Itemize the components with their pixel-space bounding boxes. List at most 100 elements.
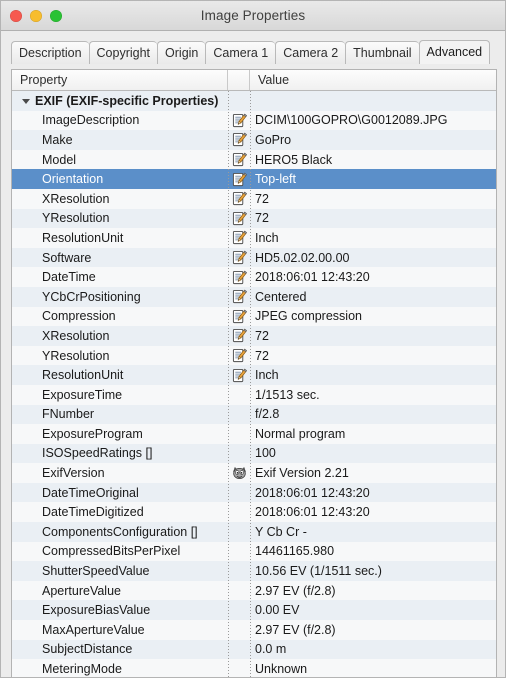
table-row[interactable]: ISOSpeedRatings [] 100 [12, 443, 496, 464]
cell-property: ExposureProgram [42, 426, 143, 441]
edit-icon[interactable] [228, 191, 250, 206]
table-row[interactable]: CompressedBitsPerPixel 14461165.980 [12, 541, 496, 562]
cell-value: 2018:06:01 12:43:20 [255, 485, 370, 500]
table-row[interactable]: FNumber f/2.8 [12, 404, 496, 425]
cell-value: 2018:06:01 12:43:20 [255, 270, 370, 285]
table-group-row[interactable]: EXIF (EXIF-specific Properties) [12, 91, 496, 111]
cell-property: EXIF (EXIF-specific Properties) [12, 94, 228, 108]
cell-value: JPEG compression [255, 309, 362, 324]
edit-icon[interactable] [228, 309, 250, 324]
cell-value: GoPro [255, 132, 292, 147]
disclosure-triangle-down-icon[interactable] [22, 99, 30, 105]
tab-bar: Description Copyright Origin Camera 1 Camera… [1, 37, 505, 64]
cell-property: ShutterSpeedValue [42, 564, 150, 579]
cell-value: HERO5 Black [255, 152, 333, 167]
tab-copyright[interactable]: Copyright [88, 41, 158, 64]
edit-icon[interactable] [228, 132, 250, 147]
cell-value: f/2.8 [255, 407, 280, 422]
cell-value: Inch [255, 368, 279, 383]
table-header-row: Property Value [12, 70, 496, 91]
cell-property: FNumber [42, 407, 95, 422]
gimp-wilber-icon[interactable] [228, 466, 250, 480]
table-row[interactable]: DateTime 2018:06:01 12:43:20 [12, 267, 496, 287]
tab-camera-2[interactable]: Camera 2 [275, 41, 346, 64]
column-header-value[interactable]: Value [250, 70, 496, 90]
column-header-icon[interactable] [228, 70, 250, 90]
edit-icon[interactable] [228, 328, 250, 343]
edit-icon[interactable] [228, 211, 250, 226]
close-button[interactable] [10, 10, 22, 22]
window-content: Description Copyright Origin Camera 1 Camera… [1, 37, 505, 677]
table-row[interactable]: SubjectDistance 0.0 m [12, 639, 496, 660]
window-title: Image Properties [200, 8, 306, 23]
edit-icon[interactable] [228, 250, 250, 265]
tab-camera-1[interactable]: Camera 1 [205, 41, 276, 64]
cell-property: ComponentsConfiguration [] [42, 524, 198, 539]
cell-property: ImageDescription [42, 113, 140, 128]
table-row[interactable]: ShutterSpeedValue 10.56 EV (1/1511 sec.) [12, 561, 496, 581]
table-row[interactable]: XResolution 72 [12, 326, 496, 346]
cell-property: YResolution [42, 211, 110, 226]
tab-description[interactable]: Description [11, 41, 89, 64]
table-row[interactable]: MaxApertureValue 2.97 EV (f/2.8) [12, 620, 496, 640]
table-row[interactable]: YResolution 72 [12, 208, 496, 229]
cell-property: Software [42, 250, 92, 265]
edit-icon[interactable] [228, 270, 250, 285]
table-row[interactable]: ResolutionUnit Inch [12, 228, 496, 248]
table-row[interactable]: DateTimeDigitized 2018:06:01 12:43:20 [12, 502, 496, 523]
edit-icon[interactable] [228, 230, 250, 245]
cell-value: 100 [255, 446, 276, 461]
edit-icon[interactable] [228, 348, 250, 363]
table-row[interactable]: ExifVersion Exif Version 2.21 [12, 463, 496, 483]
table-row[interactable]: MeteringMode Unknown [12, 659, 496, 677]
cell-property: YCbCrPositioning [42, 289, 141, 304]
edit-icon[interactable] [228, 113, 250, 128]
window-titlebar: Image Properties [1, 1, 505, 31]
edit-icon[interactable] [228, 289, 250, 304]
cell-value: 0.00 EV [255, 603, 300, 618]
table-row[interactable]: ComponentsConfiguration [] Y Cb Cr - [12, 522, 496, 542]
cell-value: Normal program [255, 426, 346, 441]
cell-value: Exif Version 2.21 [255, 466, 349, 481]
cell-value: 72 [255, 328, 269, 343]
cell-value: Top-left [255, 172, 296, 187]
table-row[interactable]: Make GoPro [12, 130, 496, 150]
edit-icon[interactable] [228, 152, 250, 167]
cell-property: Orientation [42, 172, 104, 187]
table-row[interactable]: Model HERO5 Black [12, 149, 496, 170]
table-row[interactable]: XResolution 72 [12, 188, 496, 209]
cell-value: 72 [255, 191, 269, 206]
tab-advanced[interactable]: Advanced [418, 40, 491, 64]
cell-value: 10.56 EV (1/1511 sec.) [255, 564, 382, 579]
cell-property: ExposureBiasValue [42, 603, 151, 618]
cell-property: ExifVersion [42, 466, 105, 481]
zoom-button[interactable] [50, 10, 62, 22]
table-row[interactable]: Software HD5.02.02.00.00 [12, 247, 496, 268]
table-row[interactable]: ImageDescription DCIM\100GOPRO\G0012089.J… [12, 110, 496, 131]
minimize-button[interactable] [30, 10, 42, 22]
table-row[interactable]: ExposureBiasValue 0.00 EV [12, 600, 496, 621]
table-row[interactable]: DateTimeOriginal 2018:06:01 12:43:20 [12, 482, 496, 503]
column-header-property[interactable]: Property [12, 70, 228, 90]
cell-value: 72 [255, 211, 269, 226]
table-row[interactable]: ExposureTime 1/1513 sec. [12, 384, 496, 405]
cell-property: ResolutionUnit [42, 230, 124, 245]
cell-property: SubjectDistance [42, 642, 133, 657]
table-row[interactable]: YResolution 72 [12, 345, 496, 366]
table-row[interactable]: ResolutionUnit Inch [12, 365, 496, 385]
tab-thumbnail[interactable]: Thumbnail [345, 41, 419, 64]
tab-origin[interactable]: Origin [157, 41, 206, 64]
edit-icon[interactable] [228, 172, 250, 187]
table-row[interactable]: ApertureValue 2.97 EV (f/2.8) [12, 580, 496, 601]
cell-property: DateTimeOriginal [42, 485, 139, 500]
properties-table-body[interactable]: EXIF (EXIF-specific Properties) ImageDesc… [12, 91, 496, 677]
edit-icon[interactable] [228, 368, 250, 383]
cell-property: ISOSpeedRatings [] [42, 446, 153, 461]
table-row[interactable]: Compression JPEG compression [12, 306, 496, 327]
table-row[interactable]: Orientation Top-left [12, 169, 496, 189]
table-row[interactable]: ExposureProgram Normal program [12, 424, 496, 444]
cell-value: 0.0 m [255, 642, 287, 657]
cell-value: Unknown [255, 662, 308, 677]
group-label: EXIF (EXIF-specific Properties) [35, 93, 219, 108]
table-row[interactable]: YCbCrPositioning Centered [12, 286, 496, 307]
